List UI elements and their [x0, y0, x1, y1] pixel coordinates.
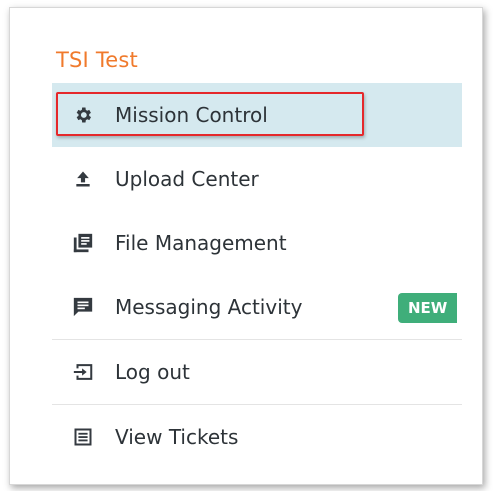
- menu-item-label: View Tickets: [115, 425, 239, 449]
- menu-item-upload-center[interactable]: Upload Center: [52, 147, 462, 211]
- menu-item-mission-control[interactable]: Mission Control: [52, 83, 462, 147]
- sidebar-menu: Mission Control Upload Center File Manag…: [52, 83, 462, 469]
- tickets-icon: [72, 426, 94, 448]
- logout-icon: [72, 361, 94, 383]
- new-badge: NEW: [398, 293, 458, 323]
- menu-item-label: Mission Control: [115, 103, 268, 127]
- org-title: TSI Test: [56, 48, 138, 72]
- menu-item-label: Messaging Activity: [115, 295, 303, 319]
- sidebar-panel: TSI Test Mission Control Upload Center F…: [9, 7, 483, 485]
- menu-item-messaging-activity[interactable]: Messaging Activity NEW: [52, 275, 462, 339]
- menu-item-label: Upload Center: [115, 167, 259, 191]
- menu-item-log-out[interactable]: Log out: [52, 339, 462, 404]
- menu-item-file-management[interactable]: File Management: [52, 211, 462, 275]
- file-stack-icon: [72, 232, 94, 254]
- gear-icon: [72, 104, 94, 126]
- message-icon: [72, 296, 94, 318]
- menu-item-label: Log out: [115, 360, 190, 384]
- menu-item-label: File Management: [115, 231, 287, 255]
- upload-icon: [72, 168, 94, 190]
- menu-item-view-tickets[interactable]: View Tickets: [52, 404, 462, 469]
